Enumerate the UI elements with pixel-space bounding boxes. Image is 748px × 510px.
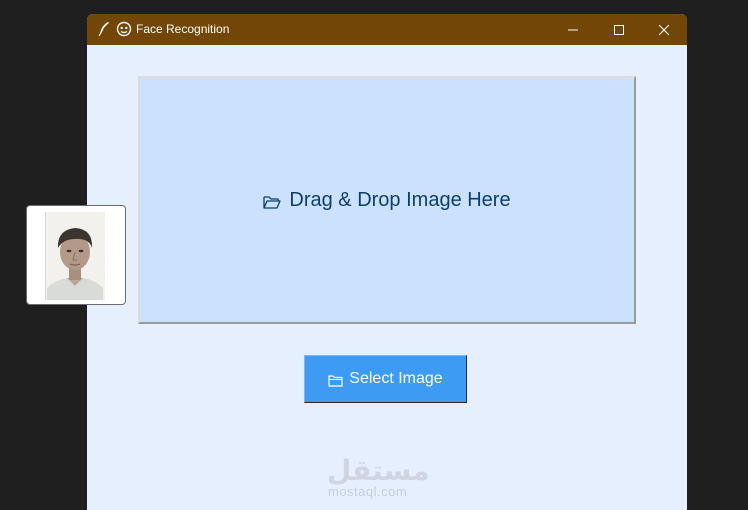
- window-title: Face Recognition: [136, 22, 230, 36]
- minimize-icon: [568, 29, 578, 30]
- minimize-button[interactable]: [550, 14, 596, 45]
- select-image-button[interactable]: Select Image: [304, 355, 467, 403]
- close-icon: [658, 24, 670, 35]
- drag-thumbnail[interactable]: [26, 205, 126, 305]
- watermark-logo-latin: mostaql.com: [328, 484, 408, 499]
- maximize-button[interactable]: [596, 14, 642, 45]
- app-window: Face Recognition Drag & Drop Image Here: [87, 14, 687, 510]
- drop-zone-label: Drag & Drop Image Here: [289, 188, 511, 211]
- portrait-photo: [45, 212, 105, 300]
- watermark-logo-arabic: مستقل: [327, 454, 430, 487]
- maximize-icon: [614, 24, 624, 35]
- feather-icon: [98, 22, 109, 37]
- folder-open-icon: [263, 196, 282, 209]
- folder-icon: [328, 374, 343, 387]
- drop-zone-content: Drag & Drop Image Here: [140, 78, 634, 322]
- drop-zone[interactable]: Drag & Drop Image Here: [138, 76, 636, 324]
- title-bar[interactable]: Face Recognition: [87, 14, 687, 45]
- select-image-label: Select Image: [349, 370, 443, 387]
- face-app-icon: [116, 21, 132, 37]
- close-button[interactable]: [641, 14, 687, 45]
